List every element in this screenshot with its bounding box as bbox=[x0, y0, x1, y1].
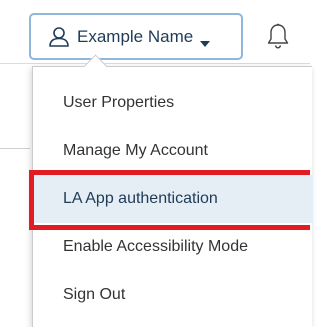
menu-item-la-app-authentication[interactable]: LA App authentication bbox=[33, 175, 313, 223]
topbar-divider bbox=[0, 63, 310, 64]
menu-item-label: Manage My Account bbox=[63, 142, 208, 159]
caret-down-icon bbox=[200, 34, 211, 47]
menu-item-label: Sign Out bbox=[63, 286, 126, 303]
notifications-button[interactable] bbox=[266, 22, 290, 50]
menu-item-enable-accessibility-mode[interactable]: Enable Accessibility Mode bbox=[33, 223, 313, 271]
user-menu-button[interactable]: Example Name bbox=[29, 13, 243, 60]
menu-item-label: User Properties bbox=[63, 94, 175, 111]
menu-item-label: LA App authentication bbox=[63, 190, 218, 207]
menu-item-label: Enable Accessibility Mode bbox=[63, 238, 248, 255]
bell-icon bbox=[266, 23, 290, 54]
content-divider bbox=[0, 148, 30, 149]
menu-item-user-properties[interactable]: User Properties bbox=[33, 79, 313, 127]
user-icon bbox=[48, 26, 70, 48]
menu-item-manage-my-account[interactable]: Manage My Account bbox=[33, 127, 313, 175]
page: Example Name User Properties Manage My A… bbox=[0, 0, 313, 327]
menu-item-sign-out[interactable]: Sign Out bbox=[33, 271, 313, 319]
user-name-label: Example Name bbox=[77, 26, 194, 46]
user-dropdown-menu: User Properties Manage My Account LA App… bbox=[32, 54, 313, 327]
